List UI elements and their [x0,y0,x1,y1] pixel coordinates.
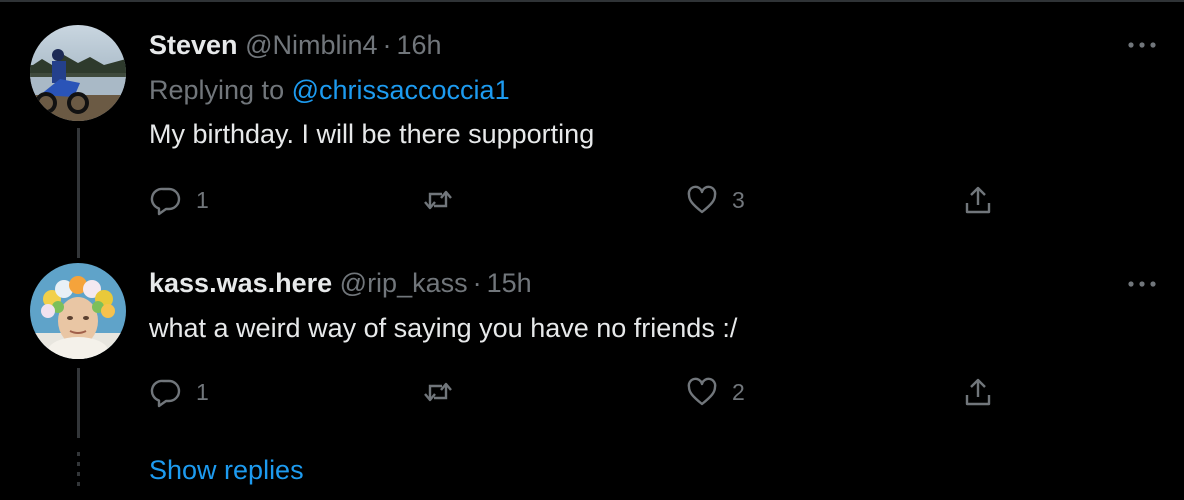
thread-dot [77,452,80,456]
share-icon [965,186,991,214]
reply-button[interactable]: 1 [150,180,209,220]
like-button[interactable]: 3 [686,180,745,220]
thread-dot [77,482,80,486]
like-count: 3 [732,186,745,213]
retweet-button[interactable] [422,180,454,220]
share-button[interactable] [962,180,994,220]
tweet-text: My birthday. I will be there supporting [149,119,595,149]
like-icon [687,185,717,214]
tweet[interactable]: Steven @Nimblin4 · 16h Replying to @chriss… [0,0,1184,258]
more-icon [1128,281,1156,287]
avatar[interactable] [30,263,126,359]
replying-to: Replying to @chrissaccoccia1 [149,74,510,106]
share-button[interactable] [962,372,994,412]
reply-count: 1 [196,186,209,213]
share-icon [965,378,991,406]
like-icon [687,377,717,406]
reply-icon [150,379,181,408]
tweet-header: kass.was.here @rip_kass · 15h [149,267,532,299]
avatar-image [30,263,126,359]
separator-dot: · [472,268,482,298]
separator-dot: · [382,30,392,60]
user-handle[interactable]: @Nimblin4 [245,30,377,60]
mention-link[interactable]: @chrissaccoccia1 [292,75,510,105]
avatar[interactable] [30,25,126,121]
reply-count: 1 [196,378,209,405]
tweet-actions: 1 3 [0,180,1184,220]
like-count: 2 [732,378,745,405]
display-name[interactable]: kass.was.here [149,268,332,298]
avatar-image [30,25,126,121]
dotted-thread-line [77,452,80,486]
retweet-icon [424,190,452,210]
user-handle[interactable]: @rip_kass [340,268,468,298]
show-replies-link[interactable]: Show replies [149,454,304,486]
replying-prefix: Replying to [149,75,285,105]
more-button[interactable] [1122,274,1162,294]
tweet[interactable]: kass.was.here @rip_kass · 15h what a weird… [0,246,1184,438]
tweet-actions: 1 2 [0,372,1184,412]
timestamp[interactable]: 15h [487,268,532,298]
more-icon [1128,42,1156,48]
tweet-header: Steven @Nimblin4 · 16h [149,29,442,61]
reply-icon [150,187,181,216]
like-button[interactable]: 2 [686,372,745,412]
thread-dot [77,462,80,466]
tweet-text: what a weird way of saying you have no f… [149,313,738,343]
reply-button[interactable]: 1 [150,372,209,412]
retweet-icon [424,382,452,402]
display-name[interactable]: Steven [149,30,238,60]
timestamp[interactable]: 16h [397,30,442,60]
more-button[interactable] [1122,35,1162,55]
thread-dot [77,472,80,476]
retweet-button[interactable] [422,372,454,412]
